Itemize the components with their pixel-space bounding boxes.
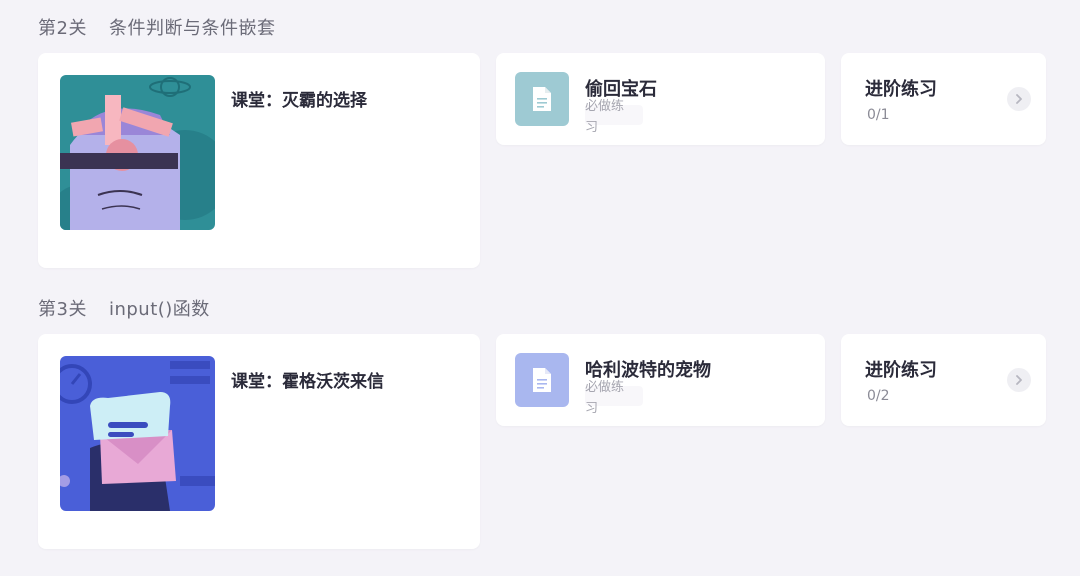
task-subtitle: 必做练习 (585, 380, 625, 416)
level-3-title: 第3关 input()函数 (38, 295, 210, 321)
practice-title: 进阶练习 (865, 79, 937, 100)
chevron-right-icon[interactable] (1007, 87, 1031, 111)
lesson-title: 课堂：灭霸的选择 (231, 91, 367, 111)
lesson-title: 课堂：霍格沃茨来信 (231, 372, 384, 392)
level-2-label: 第2关 (38, 18, 87, 39)
practice-progress: 0/2 (867, 388, 890, 404)
level-2-name: 条件判断与条件嵌套 (108, 18, 276, 39)
task-card-level-2[interactable]: 偷回宝石 必做练习 (496, 53, 825, 145)
lesson-thumbnail-thanos (60, 75, 215, 230)
lesson-card-level-2[interactable]: 课堂：灭霸的选择 (38, 53, 480, 268)
level-3-name: input()函数 (108, 299, 210, 320)
lesson-thumbnail-letter (60, 356, 215, 511)
practice-card-level-3[interactable]: 进阶练习 0/2 (841, 334, 1046, 426)
practice-progress: 0/1 (867, 107, 890, 123)
level-2-title: 第2关 条件判断与条件嵌套 (38, 14, 275, 40)
task-subtitle: 必做练习 (585, 99, 625, 135)
level-3-label: 第3关 (38, 299, 87, 320)
chevron-right-icon[interactable] (1007, 368, 1031, 392)
lesson-card-level-3[interactable]: 课堂：霍格沃茨来信 (38, 334, 480, 549)
document-icon (515, 72, 569, 126)
task-card-level-3[interactable]: 哈利波特的宠物 必做练习 (496, 334, 825, 426)
practice-title: 进阶练习 (865, 360, 937, 381)
practice-card-level-2[interactable]: 进阶练习 0/1 (841, 53, 1046, 145)
document-icon (515, 353, 569, 407)
